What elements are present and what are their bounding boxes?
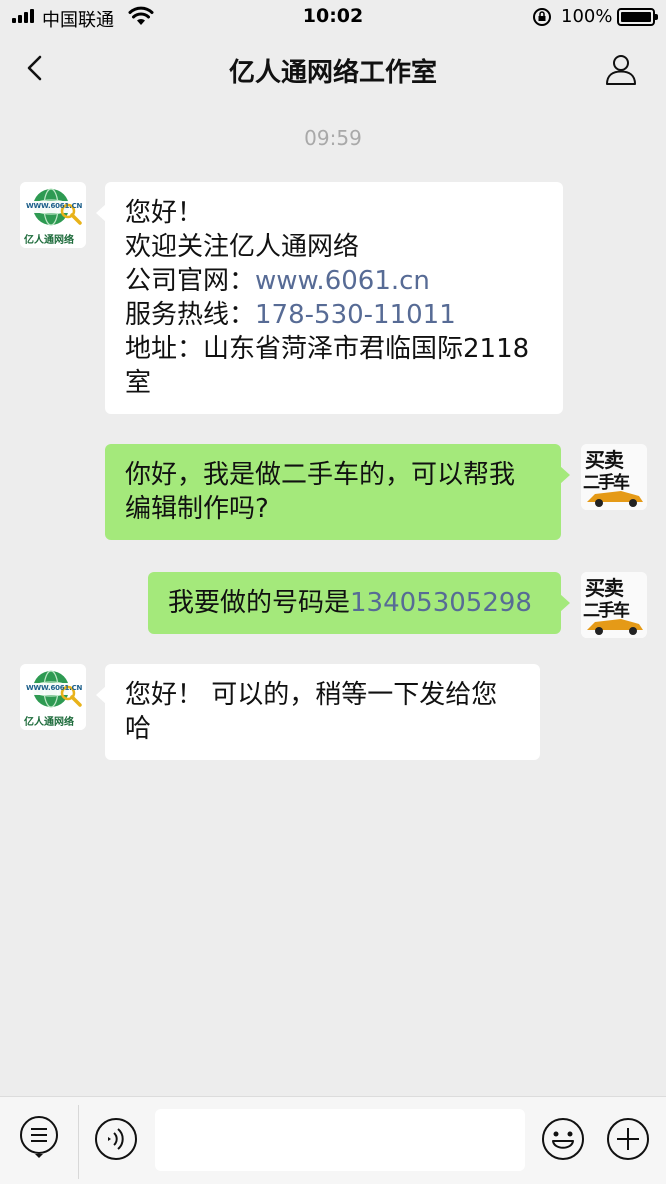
my-avatar[interactable]: 买卖 二手车 xyxy=(581,444,647,510)
message-line: 我要做的号码是13405305298 xyxy=(168,586,541,620)
incoming-message: 您好！ 可以的，稍等一下发给您 哈 xyxy=(96,664,540,760)
avatar-text-bottom: 二手车 xyxy=(583,473,630,493)
chat-title: 亿人通网络工作室 xyxy=(228,58,437,88)
avatar-url-text: WWW.6061.CN xyxy=(26,202,83,210)
battery-percent: 100% xyxy=(561,6,613,27)
message-line: 编辑制作吗? xyxy=(125,494,269,524)
message-line: 欢迎关注亿人通网络 xyxy=(125,232,360,262)
nav-bar: 亿人通网络工作室 xyxy=(0,34,666,102)
hotline-link[interactable]: 178-530-11011 xyxy=(255,300,456,330)
message-line: 地址：山东省菏泽市君临国际2118 xyxy=(125,334,530,364)
message-line: 公司官网：www.6061.cn xyxy=(125,264,543,298)
avatar-text-bottom: 二手车 xyxy=(583,601,630,621)
avatar-name-text: 亿人通网络 xyxy=(24,717,74,728)
website-link[interactable]: www.6061.cn xyxy=(255,266,430,296)
emoji-icon[interactable] xyxy=(541,1117,585,1161)
phone-link[interactable]: 13405305298 xyxy=(350,588,532,618)
status-bar: 中国联通 10:02 100% xyxy=(0,0,666,34)
incoming-message: 您好！ 欢迎关注亿人通网络 公司官网：www.6061.cn 服务热线：178-… xyxy=(96,182,563,414)
message-text: 我要做的号码是 xyxy=(168,588,351,618)
outgoing-message: 我要做的号码是13405305298 xyxy=(148,572,570,634)
rotation-lock-icon xyxy=(533,8,551,26)
message-input[interactable] xyxy=(155,1109,525,1171)
message-timestamp: 09:59 xyxy=(304,126,362,150)
contact-avatar[interactable]: WWW.6061.CN 亿人通网络 xyxy=(20,182,86,248)
message-line: 服务热线：178-530-11011 xyxy=(125,298,543,332)
message-line: 您好！ 可以的，稍等一下发给您 xyxy=(125,680,498,710)
battery-icon xyxy=(617,8,658,26)
list-menu-icon[interactable] xyxy=(17,1115,61,1159)
hotline-label: 服务热线： xyxy=(125,300,256,330)
avatar-name-text: 亿人通网络 xyxy=(24,235,74,246)
message-line: 您好！ xyxy=(125,198,204,228)
voice-icon[interactable] xyxy=(94,1117,138,1161)
message-line: 你好，我是做二手车的，可以帮我 xyxy=(125,460,516,490)
plus-icon[interactable] xyxy=(606,1117,650,1161)
message-line: 哈 xyxy=(125,714,152,744)
my-avatar[interactable]: 买卖 二手车 xyxy=(581,572,647,638)
input-bar xyxy=(0,1096,666,1184)
website-label: 公司官网： xyxy=(125,266,256,296)
divider xyxy=(78,1105,79,1179)
outgoing-message: 你好，我是做二手车的，可以帮我 编辑制作吗? xyxy=(105,444,570,540)
contact-avatar[interactable]: WWW.6061.CN 亿人通网络 xyxy=(20,664,86,730)
avatar-url-text: WWW.6061.CN xyxy=(26,684,83,692)
person-icon[interactable] xyxy=(604,52,638,86)
message-line: 室 xyxy=(125,368,152,398)
